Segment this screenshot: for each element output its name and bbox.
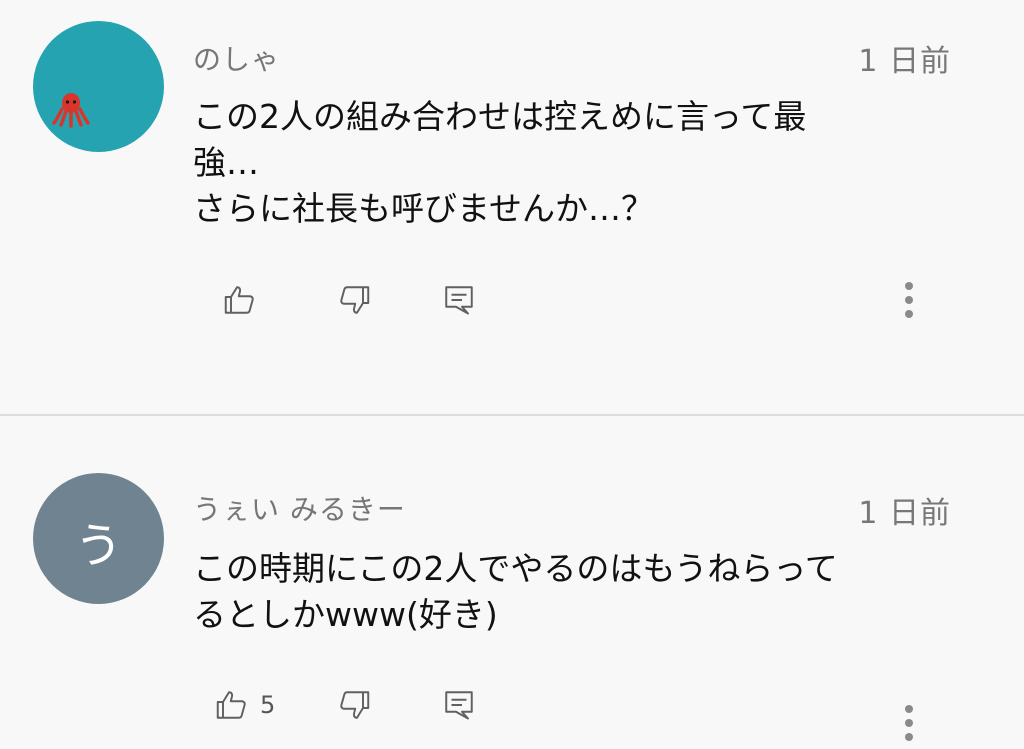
comment-timestamp: 1 日前 [858, 496, 951, 531]
more-vertical-icon [905, 733, 913, 741]
like-count: 5 [260, 691, 276, 719]
comment-text-line: 強… [193, 143, 259, 182]
comments-page: のしゃ 1 日前 この2人の組み合わせは控えめに言って最 強… さらに社長も呼び… [0, 0, 1024, 749]
avatar[interactable]: う [33, 473, 164, 604]
avatar[interactable] [33, 21, 164, 152]
comment-text-line: るとしかwww(好き) [193, 595, 498, 634]
comment-timestamp: 1 日前 [858, 44, 951, 79]
more-vertical-icon [905, 296, 913, 304]
thumbs-down-icon [340, 286, 370, 314]
like-button[interactable]: 5 [214, 681, 275, 729]
octopus-icon [52, 93, 90, 128]
comment-author[interactable]: うぇい みるきー [193, 488, 406, 528]
comment-actions: 5 [0, 681, 1024, 741]
comment-text-line: この2人の組み合わせは控えめに言って最 [193, 97, 807, 136]
reply-button[interactable] [442, 681, 476, 729]
comment-text-line: この時期にこの2人でやるのはもうねらって [193, 549, 838, 588]
thumbs-up-icon [224, 286, 254, 314]
more-vertical-icon [905, 705, 913, 713]
comment-author[interactable]: のしゃ [193, 38, 280, 78]
comment-text: この時期にこの2人でやるのはもうねらって るとしかwww(好き) [193, 546, 913, 638]
reply-icon [445, 286, 473, 315]
comment-actions [0, 276, 1024, 324]
comment-text-line: さらに社長も呼びませんか…？ [193, 189, 655, 228]
more-options-button[interactable] [895, 276, 923, 324]
comment-text: この2人の組み合わせは控えめに言って最 強… さらに社長も呼びませんか…？ [193, 94, 913, 232]
thumbs-up-icon [216, 691, 246, 719]
more-vertical-icon [905, 719, 913, 727]
reply-button[interactable] [442, 276, 476, 324]
avatar-letter: う [74, 517, 123, 574]
thumbs-down-icon [340, 691, 370, 719]
reply-icon [445, 691, 473, 720]
dislike-button[interactable] [336, 681, 372, 729]
comment-item: のしゃ 1 日前 この2人の組み合わせは控えめに言って最 強… さらに社長も呼び… [0, 0, 1024, 414]
like-button[interactable] [222, 276, 258, 324]
more-vertical-icon [905, 310, 913, 318]
more-vertical-icon [905, 282, 913, 290]
dislike-button[interactable] [336, 276, 372, 324]
more-options-button[interactable] [895, 699, 923, 747]
comment-item: う うぇい みるきー 1 日前 この時期にこの2人でやるのはもうねらって るとし… [0, 416, 1024, 749]
